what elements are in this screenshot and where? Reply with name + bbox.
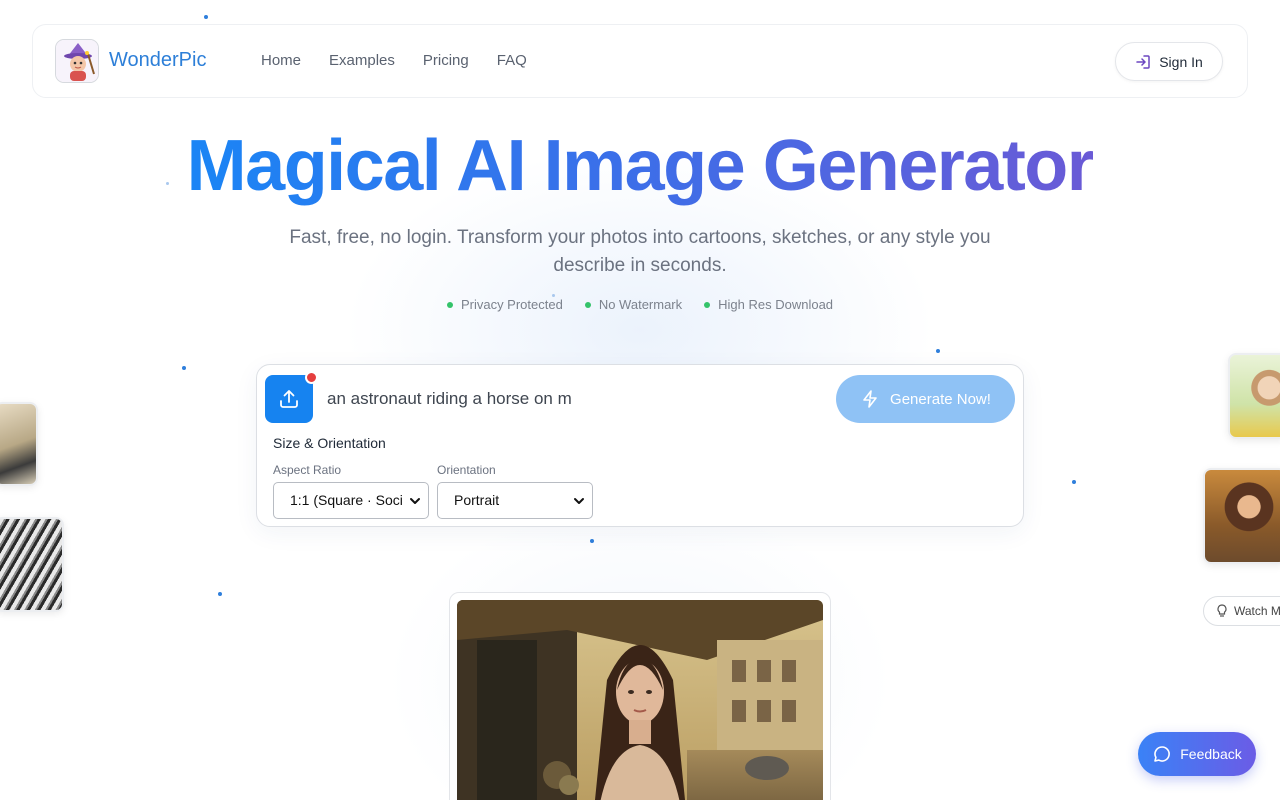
notification-dot [305, 371, 318, 384]
nav-link-examples[interactable]: Examples [329, 52, 395, 69]
nav-link-pricing[interactable]: Pricing [423, 52, 469, 69]
feedback-label: Feedback [1180, 746, 1242, 762]
lightning-icon [863, 390, 877, 408]
watch-more-button[interactable]: Watch M [1203, 596, 1280, 626]
aspect-ratio-value: 1:1 (Square · Soci [290, 492, 403, 508]
preview-card [449, 592, 831, 800]
sign-in-button[interactable]: Sign In [1115, 42, 1223, 81]
generator-card: Generate Now! Size & Orientation Aspect … [256, 364, 1024, 527]
oil-painting-portrait-image [457, 600, 823, 800]
feature-label: Privacy Protected [460, 297, 563, 312]
check-dot-icon [584, 301, 591, 308]
chevron-down-icon [574, 498, 584, 504]
generate-button[interactable]: Generate Now! [836, 375, 1015, 423]
feedback-button[interactable]: Feedback [1138, 732, 1256, 776]
upload-image-button[interactable] [265, 375, 313, 423]
particle-dot [590, 539, 594, 543]
particle-dot [936, 349, 940, 353]
hero-subtitle: Fast, free, no login. Transform your pho… [289, 227, 991, 276]
particle-dot [218, 592, 222, 596]
chat-bubble-icon [1154, 746, 1171, 762]
example-thumbnail-wedding[interactable] [0, 402, 38, 486]
feature-high-res: High Res Download [704, 297, 833, 312]
particle-dot [1072, 480, 1076, 484]
size-orientation-heading: Size & Orientation [273, 435, 386, 451]
orientation-label: Orientation [437, 463, 496, 477]
example-thumbnail-watercolor[interactable] [1228, 353, 1280, 439]
preview-image[interactable] [457, 600, 823, 800]
check-dot-icon [446, 301, 453, 308]
wizard-mascot-icon [56, 40, 98, 82]
generate-label: Generate Now! [890, 390, 991, 408]
aspect-ratio-label: Aspect Ratio [273, 463, 342, 477]
feature-no-watermark: No Watermark [584, 297, 683, 312]
aspect-ratio-select[interactable]: 1:1 (Square · Soci [273, 482, 429, 519]
prompt-input[interactable] [327, 383, 807, 415]
top-navbar: WonderPic Home Examples Pricing FAQ Sign… [32, 24, 1248, 98]
feature-label: High Res Download [718, 297, 834, 312]
nav-link-home[interactable]: Home [261, 52, 301, 69]
sign-in-icon [1136, 54, 1150, 69]
orientation-value: Portrait [454, 492, 500, 508]
wonderpic-logo[interactable] [55, 39, 99, 83]
brand-name[interactable]: WonderPic [109, 49, 206, 72]
feature-label: No Watermark [598, 297, 683, 312]
hero-title: Magical AI Image Generator [186, 126, 1095, 206]
particle-dot [204, 15, 208, 19]
orientation-select[interactable]: Portrait [437, 482, 593, 519]
chevron-down-icon [410, 498, 420, 504]
nav-link-faq[interactable]: FAQ [497, 52, 527, 69]
feature-privacy: Privacy Protected [446, 297, 563, 312]
sign-in-label: Sign In [1159, 53, 1203, 70]
example-thumbnail-cartoon[interactable] [1203, 468, 1280, 564]
main-nav: Home Examples Pricing FAQ [261, 52, 527, 69]
lightbulb-icon [1217, 604, 1227, 617]
watch-more-label: Watch M [1234, 604, 1280, 618]
feature-list: Privacy Protected No Watermark High Res … [0, 297, 1280, 312]
example-thumbnail-sketch[interactable] [0, 517, 64, 612]
particle-dot [182, 366, 186, 370]
check-dot-icon [704, 301, 711, 308]
upload-icon [280, 390, 298, 408]
